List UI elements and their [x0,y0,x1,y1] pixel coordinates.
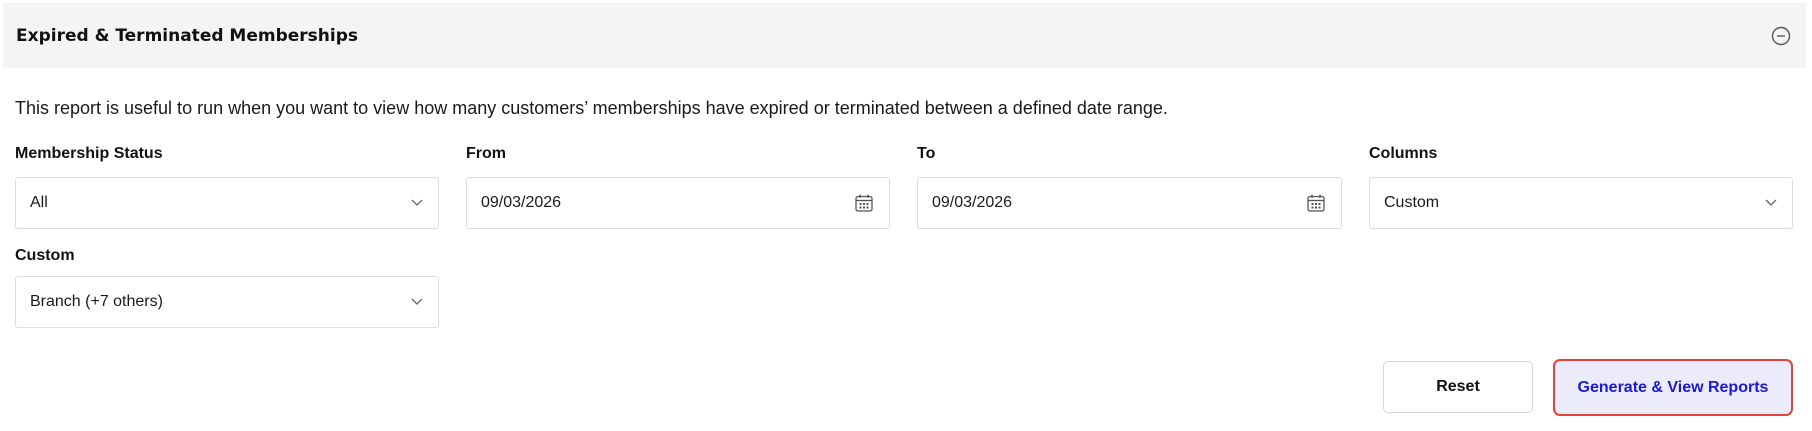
custom-label: Custom [15,247,75,264]
chevron-down-icon [410,196,424,210]
columns-select[interactable]: Custom [1369,177,1793,229]
chevron-down-icon [1764,196,1778,210]
to-label: To [917,145,936,162]
calendar-icon[interactable] [1305,192,1327,214]
from-label: From [466,145,506,162]
panel-title: Expired & Terminated Memberships [16,25,359,46]
report-description: This report is useful to run when you wa… [15,98,1168,118]
panel-header[interactable]: Expired & Terminated Memberships [3,3,1806,68]
membership-status-value: All [30,194,48,211]
chevron-down-icon [410,295,424,309]
membership-status-select[interactable]: All [15,177,439,229]
from-date-value: 09/03/2026 [481,194,562,211]
columns-value: Custom [1384,194,1440,211]
columns-label: Columns [1369,145,1438,162]
minus-circle-icon[interactable] [1770,25,1792,47]
to-date-input[interactable]: 09/03/2026 [917,177,1342,229]
custom-columns-value: Branch (+7 others) [30,293,163,310]
from-date-input[interactable]: 09/03/2026 [466,177,890,229]
reset-button[interactable]: Reset [1383,361,1533,413]
generate-view-reports-button[interactable]: Generate & View Reports [1553,359,1793,416]
custom-columns-select[interactable]: Branch (+7 others) [15,276,439,328]
to-date-value: 09/03/2026 [932,194,1013,211]
calendar-icon[interactable] [853,192,875,214]
membership-status-label: Membership Status [15,145,163,162]
